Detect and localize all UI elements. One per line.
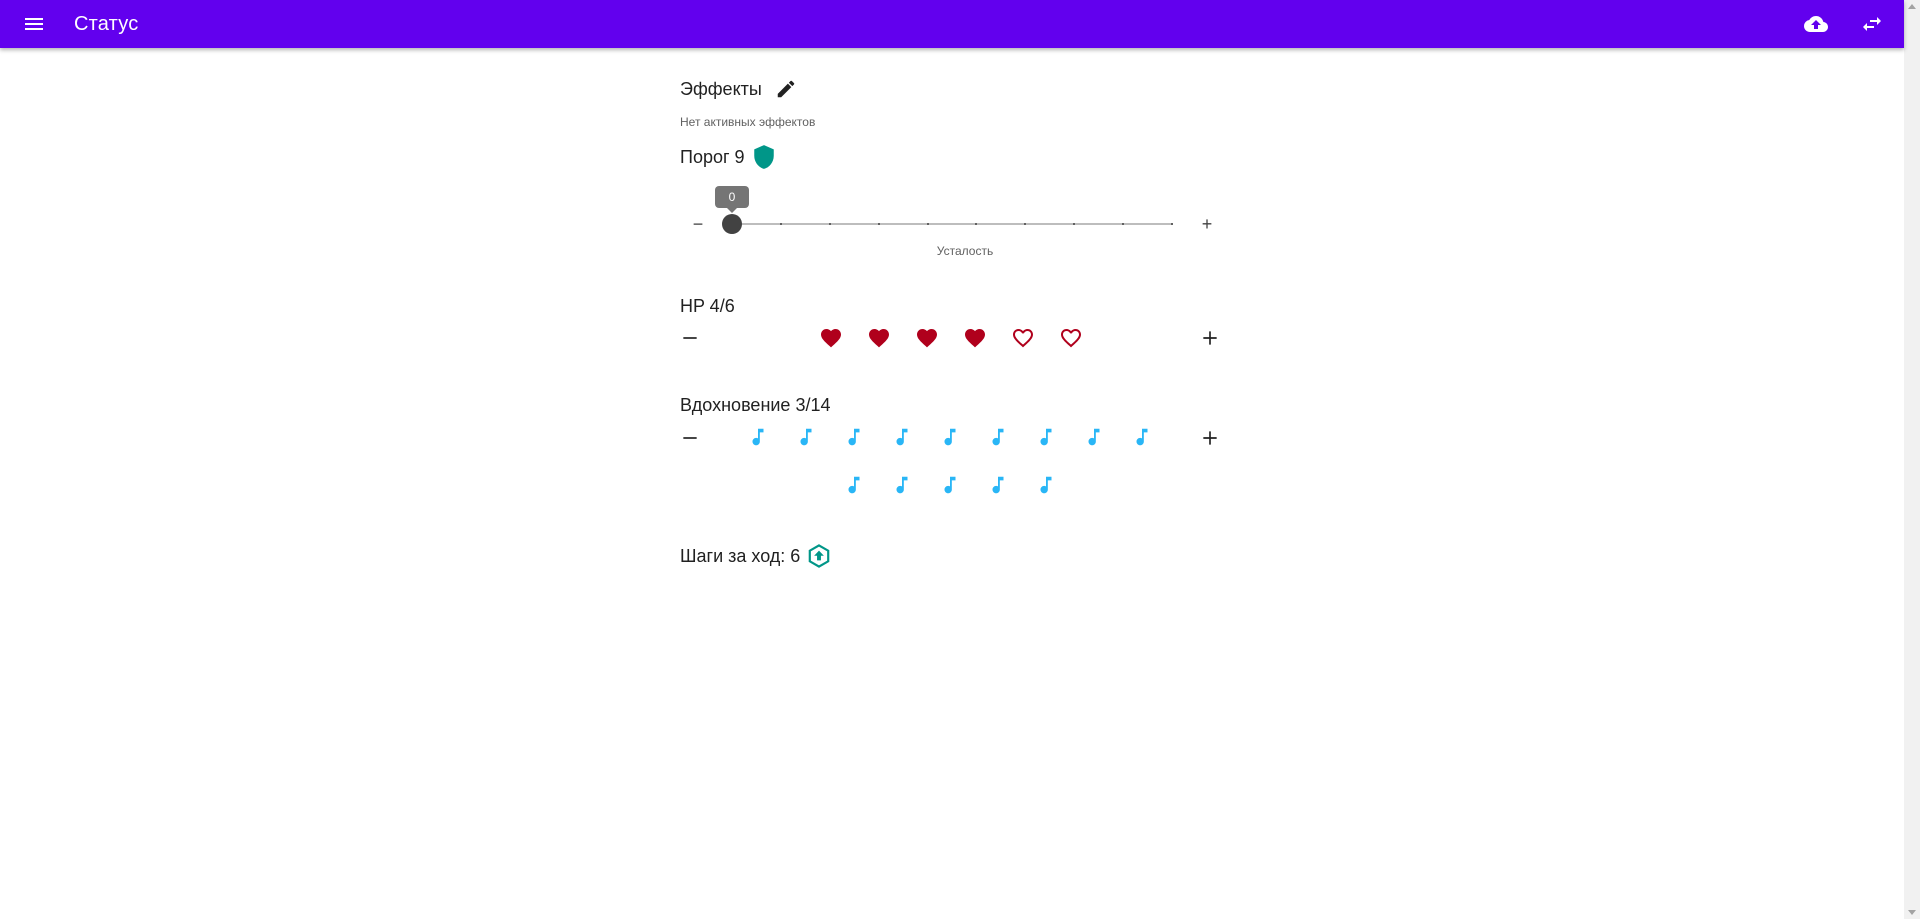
- swap-icon: [1863, 17, 1881, 31]
- slider-tick: [1171, 223, 1173, 225]
- scroll-down-arrow-icon[interactable]: [1908, 910, 1916, 915]
- effects-empty-text: Нет активных эффектов: [680, 115, 816, 129]
- music-note-icon[interactable]: [1131, 426, 1155, 450]
- fatigue-increase-button[interactable]: +: [1195, 212, 1219, 236]
- effects-header: Эффекты: [680, 77, 798, 101]
- shield-icon: [751, 144, 777, 170]
- threshold-title: Порог 9: [680, 146, 745, 167]
- slider-tick: [926, 223, 929, 225]
- slider-tick: [1073, 223, 1076, 225]
- music-note-icon[interactable]: [843, 474, 867, 498]
- threshold-header: Порог 9: [680, 144, 777, 170]
- hp-increase-button[interactable]: [1198, 326, 1222, 350]
- music-note-icon[interactable]: [1035, 426, 1059, 450]
- scrollbar[interactable]: [1904, 0, 1920, 919]
- hp-decrease-button[interactable]: [678, 326, 702, 350]
- edit-effects-button[interactable]: [774, 77, 798, 101]
- music-note-icon[interactable]: [939, 426, 963, 450]
- music-note-icon[interactable]: [939, 474, 963, 498]
- minus-icon: [683, 337, 697, 339]
- menu-icon: [25, 18, 43, 30]
- music-note-icon[interactable]: [891, 474, 915, 498]
- steps-title: Шаги за ход: 6: [680, 545, 801, 566]
- inspiration-counter-row: [680, 426, 1220, 498]
- hp-header: HP 4/6: [680, 296, 735, 317]
- heart-empty-icon[interactable]: [1011, 326, 1035, 350]
- swap-button[interactable]: [1848, 0, 1896, 48]
- plus-icon: [1203, 431, 1217, 445]
- cloud-upload-button[interactable]: [1792, 0, 1840, 48]
- slider-tick: [1122, 223, 1125, 225]
- heart-filled-icon[interactable]: [915, 326, 939, 350]
- music-note-icon[interactable]: [987, 426, 1011, 450]
- music-note-icon[interactable]: [1083, 426, 1107, 450]
- music-note-icon[interactable]: [747, 426, 771, 450]
- fatigue-slider-row: − 0 +: [680, 186, 1220, 236]
- music-note-icon[interactable]: [987, 474, 1011, 498]
- hexagon-arrow-up-icon: [806, 543, 832, 569]
- music-note-icon[interactable]: [1035, 474, 1059, 498]
- heart-empty-icon[interactable]: [1059, 326, 1083, 350]
- music-note-icon[interactable]: [843, 426, 867, 450]
- plus-icon: [1203, 331, 1217, 345]
- cloud-upload-icon: [1804, 15, 1828, 32]
- scroll-up-arrow-icon[interactable]: [1908, 4, 1916, 9]
- slider-tick: [975, 223, 978, 225]
- music-note-icon[interactable]: [891, 426, 915, 450]
- page-title: Статус: [74, 12, 139, 35]
- slider-tick: [877, 223, 880, 225]
- inspiration-header: Вдохновение 3/14: [680, 395, 830, 416]
- hp-title: HP 4/6: [680, 296, 735, 316]
- steps-header: Шаги за ход: 6: [680, 543, 832, 569]
- fatigue-slider-thumb[interactable]: [722, 214, 742, 234]
- menu-button[interactable]: [10, 0, 58, 48]
- app-bar: Статус: [0, 0, 1904, 48]
- pencil-icon: [777, 80, 795, 98]
- fatigue-decrease-button[interactable]: −: [686, 212, 710, 236]
- slider-tick: [1024, 223, 1027, 225]
- effects-title: Эффекты: [680, 78, 762, 99]
- heart-filled-icon[interactable]: [963, 326, 987, 350]
- inspiration-decrease-button[interactable]: [678, 426, 702, 450]
- heart-filled-icon[interactable]: [867, 326, 891, 350]
- slider-tick: [828, 223, 831, 225]
- music-note-icon[interactable]: [795, 426, 819, 450]
- inspiration-increase-button[interactable]: [1198, 426, 1222, 450]
- fatigue-slider-label: Усталость: [936, 244, 994, 258]
- fatigue-slider-track[interactable]: [732, 223, 1173, 225]
- heart-filled-icon[interactable]: [819, 326, 843, 350]
- fatigue-slider-value-tooltip: 0: [715, 186, 749, 213]
- hp-counter-row: [680, 326, 1220, 350]
- minus-icon: [683, 437, 697, 439]
- inspiration-title: Вдохновение 3/14: [680, 395, 831, 415]
- slider-tick: [779, 223, 782, 225]
